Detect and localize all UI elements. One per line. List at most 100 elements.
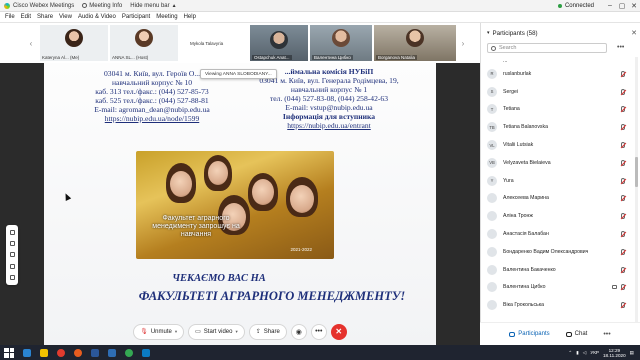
record-button[interactable]: ◉ xyxy=(290,323,307,340)
webex-taskbar-icon[interactable] xyxy=(142,348,150,357)
close-window-button[interactable]: ✕ xyxy=(628,2,640,10)
search-placeholder: Search xyxy=(499,45,517,51)
menu-share[interactable]: Share xyxy=(34,14,56,20)
os-taskbar: ⌃ ▮ ◁ УКР 12:29 18.11.2020 ▤ xyxy=(0,345,640,360)
share-button[interactable]: ⇪ Share xyxy=(248,323,287,340)
volume-icon[interactable]: ◁ xyxy=(583,350,587,356)
participant-search-input[interactable]: Search xyxy=(487,43,607,53)
shared-slide: 03041 м. Київ, вул. Героїв О... навчальн… xyxy=(44,63,436,345)
close-panel-icon[interactable]: ✕ xyxy=(631,29,637,37)
list-item[interactable]: ... xyxy=(481,57,633,65)
list-item[interactable]: Y Yura xyxy=(481,172,633,190)
menu-bar: File Edit Share View Audio & Video Parti… xyxy=(0,12,640,23)
avatar: S xyxy=(487,86,497,97)
meeting-info-button[interactable]: Meeting Info xyxy=(78,0,126,12)
avatar xyxy=(487,211,497,222)
pointer-icon[interactable] xyxy=(9,230,15,236)
telegram-icon[interactable] xyxy=(108,348,116,357)
opera-icon[interactable] xyxy=(57,348,65,357)
strip-next-button[interactable]: › xyxy=(458,35,468,51)
microphone-muted-icon xyxy=(621,88,625,95)
tray-arrow-icon[interactable]: ⌃ xyxy=(568,350,572,356)
avatar: Y xyxy=(487,175,497,186)
list-item[interactable]: S Sergei xyxy=(481,83,633,101)
list-item[interactable]: R ruslanburlak xyxy=(481,65,633,83)
annotation-toolbar xyxy=(6,225,18,285)
pen-icon[interactable] xyxy=(9,241,15,247)
participant-scrollbar[interactable] xyxy=(635,57,638,337)
tab-chat-label: Chat xyxy=(574,331,588,337)
list-item[interactable]: Валентина Цибко xyxy=(481,279,633,297)
menu-edit[interactable]: Edit xyxy=(18,14,34,20)
list-item[interactable]: Валентина Бакаченко xyxy=(481,261,633,279)
menu-meeting[interactable]: Meeting xyxy=(153,14,180,20)
unmute-button[interactable]: 🎙 Unmute ▾ xyxy=(133,323,185,340)
list-item[interactable]: VB Velyzaveta Bielaieva xyxy=(481,154,633,172)
microphone-muted-icon xyxy=(621,248,625,255)
microphone-muted-icon xyxy=(621,284,625,291)
hide-menu-bar-button[interactable]: Hide menu bar ▲ xyxy=(126,0,180,12)
clock[interactable]: 12:29 18.11.2020 xyxy=(603,348,626,358)
chevron-down-icon[interactable]: ▾ xyxy=(235,329,237,335)
list-item[interactable]: Віка Грокольська xyxy=(481,296,633,314)
shared-content-area: 03041 м. Київ, вул. Героїв О... навчальн… xyxy=(0,63,480,345)
info-icon xyxy=(82,3,88,8)
tab-chat[interactable]: Chat xyxy=(565,331,588,337)
menu-help[interactable]: Help xyxy=(181,14,199,20)
chrome-icon[interactable] xyxy=(125,348,133,357)
tile-label: Kateryna Al... (Me) xyxy=(42,55,80,60)
list-item[interactable]: Аліна Тронж xyxy=(481,207,633,225)
start-video-button[interactable]: ▭ Start video ▾ xyxy=(188,323,245,340)
participant-name: Velyzaveta Bielaieva xyxy=(503,159,551,166)
collapse-chevron-icon[interactable]: ▾ xyxy=(487,30,490,36)
hide-menu-label: Hide menu bar xyxy=(130,2,170,9)
list-item[interactable]: Бондаренко Вадим Олександрович xyxy=(481,243,633,261)
tab-participants[interactable]: Participants xyxy=(509,331,550,337)
minimize-button[interactable]: – xyxy=(604,2,616,9)
list-item[interactable]: Алексеева Марина xyxy=(481,190,633,208)
list-item[interactable]: VL Vitalii Lutsiak xyxy=(481,136,633,154)
edge-icon[interactable] xyxy=(23,348,31,357)
end-meeting-button[interactable]: ✕ xyxy=(330,323,347,340)
video-tile[interactable]: Borganova Natalia xyxy=(374,25,456,61)
panel-title: Participants (58) xyxy=(492,29,538,37)
avatar xyxy=(65,29,83,47)
participants-panel: ▾ Participants (58) ✕ Search ••• ... R r… xyxy=(480,23,640,345)
menu-audio-video[interactable]: Audio & Video xyxy=(75,14,119,20)
start-video-label: Start video xyxy=(203,328,233,335)
scrollbar-thumb[interactable] xyxy=(635,157,638,187)
eraser-icon[interactable] xyxy=(9,274,15,280)
firefox-icon[interactable] xyxy=(74,348,82,357)
menu-participant[interactable]: Participant xyxy=(119,14,153,20)
panel-more-button[interactable]: ••• xyxy=(617,44,624,51)
admissions-info: Інформація для вступника xyxy=(282,112,376,121)
maximize-button[interactable]: ▢ xyxy=(616,2,628,10)
list-item[interactable]: Анастасія Балабан xyxy=(481,225,633,243)
video-tile[interactable]: Mykola Talavyria xyxy=(180,25,248,61)
windows-start-icon[interactable] xyxy=(4,347,14,358)
file-explorer-icon[interactable] xyxy=(40,348,48,357)
meeting-info-label: Meeting Info xyxy=(89,2,123,9)
video-tile[interactable]: Валентина Цибко xyxy=(310,25,372,61)
strip-prev-button[interactable]: ‹ xyxy=(26,35,36,51)
more-options-button[interactable]: ••• xyxy=(310,323,327,340)
menu-view[interactable]: View xyxy=(56,14,75,20)
list-item[interactable]: T Tetiana xyxy=(481,101,633,119)
language-indicator[interactable]: УКР xyxy=(590,350,599,355)
video-tile[interactable]: Kateryna Al... (Me) xyxy=(40,25,108,61)
panel-header: ▾ Participants (58) ✕ xyxy=(487,28,637,38)
text-icon[interactable] xyxy=(9,252,15,258)
chevron-down-icon[interactable]: ▾ xyxy=(175,329,177,335)
video-tile[interactable]: Ostapchuk Anat... xyxy=(250,25,308,61)
list-item[interactable]: TB Tetiana Balanovska xyxy=(481,118,633,136)
avatar xyxy=(332,29,350,47)
webex-logo-icon xyxy=(4,2,10,9)
participant-name: Анастасія Балабан xyxy=(503,231,549,238)
shape-icon[interactable] xyxy=(9,263,15,269)
tab-more[interactable]: ••• xyxy=(603,331,610,338)
word-icon[interactable] xyxy=(91,348,99,357)
menu-file[interactable]: File xyxy=(2,14,18,20)
network-icon[interactable]: ▮ xyxy=(576,350,579,356)
video-tile[interactable]: ANNA SL... (Host) xyxy=(110,25,178,61)
notifications-icon[interactable]: ▤ xyxy=(630,350,634,356)
